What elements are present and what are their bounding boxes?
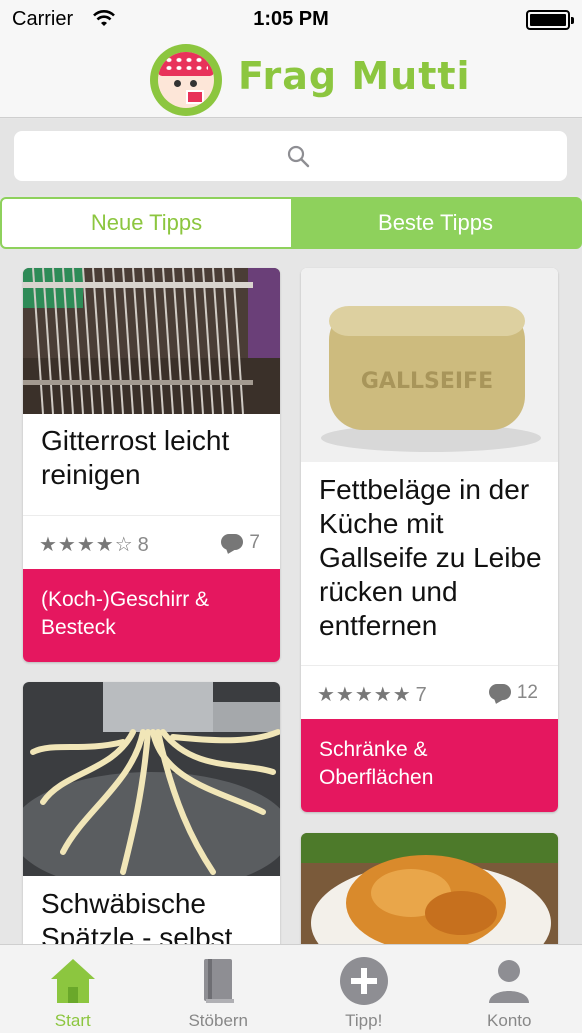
person-icon: [489, 960, 530, 1003]
tab-stoebern[interactable]: Stöbern: [146, 945, 292, 1033]
grill-grate-photo: [23, 268, 280, 414]
soap-engraving: GALLSEIFE: [361, 369, 493, 394]
add-icon: [339, 957, 388, 1005]
tab-label: Konto: [487, 1011, 532, 1030]
search-bar: [0, 119, 582, 195]
category-label[interactable]: (Koch-)Geschirr & Besteck: [23, 569, 280, 662]
gallseife-soap-photo: GALLSEIFE: [301, 268, 558, 462]
battery-icon: [526, 10, 574, 30]
tip-title: Fettbeläge in der Küche mit Gallseife zu…: [319, 474, 542, 641]
tip-card[interactable]: Schwäbische Spätzle - selbst: [23, 682, 280, 944]
rating-count: 8: [137, 534, 150, 556]
tab-tipp[interactable]: Tipp!: [291, 945, 437, 1033]
comment-count: 12: [488, 682, 538, 704]
schnitzel-photo: [301, 833, 558, 944]
rating-count: 7: [415, 684, 428, 706]
sort-segmented-control: Neue Tipps Beste Tipps: [0, 197, 582, 249]
spaetzle-photo: [23, 682, 280, 876]
tip-meta: ★★★★☆ 8 7: [23, 515, 280, 571]
mutti-logo[interactable]: [150, 44, 222, 116]
tab-label: Tipp!: [345, 1011, 383, 1030]
clock: 1:05 PM: [253, 8, 329, 30]
app-title: Frag Mutti: [238, 54, 471, 98]
rating-stars: ★★★★☆ 8: [39, 534, 150, 556]
tab-beste-tipps[interactable]: Beste Tipps: [291, 199, 580, 247]
tip-card[interactable]: [301, 833, 558, 944]
tip-title: Gitterrost leicht reinigen: [41, 425, 230, 490]
home-icon: [50, 959, 95, 1003]
comment-count: 7: [221, 532, 260, 554]
tab-label: Stöbern: [188, 1011, 249, 1030]
comment-icon: [488, 684, 511, 700]
tab-bar: Start Stöbern Tipp! Konto: [0, 944, 582, 1033]
search-icon: [287, 145, 310, 168]
tab-neue-tipps[interactable]: Neue Tipps: [2, 199, 291, 247]
category-label[interactable]: Schränke & Oberflächen: [301, 719, 558, 812]
tip-meta: ★★★★★ 7 12: [301, 665, 558, 721]
tips-feed[interactable]: Gitterrost leicht reinigen ★★★★☆ 8 7 (Koc…: [0, 249, 582, 944]
tab-start[interactable]: Start: [0, 945, 146, 1033]
tip-card[interactable]: Gitterrost leicht reinigen ★★★★☆ 8 7 (Koc…: [23, 268, 280, 662]
app-header: Frag Mutti: [0, 40, 582, 118]
search-input[interactable]: [14, 131, 567, 181]
tip-title: Schwäbische Spätzle - selbst: [41, 888, 233, 944]
tab-label: Start: [54, 1011, 91, 1030]
status-bar: Carrier 1:05 PM: [0, 0, 582, 40]
rating-stars: ★★★★★ 7: [317, 684, 428, 706]
tab-konto[interactable]: Konto: [437, 945, 582, 1033]
book-icon: [204, 959, 235, 1003]
tip-card[interactable]: GALLSEIFE Fettbeläge in der Küche mit Ga…: [301, 268, 558, 812]
comment-icon: [221, 534, 244, 550]
